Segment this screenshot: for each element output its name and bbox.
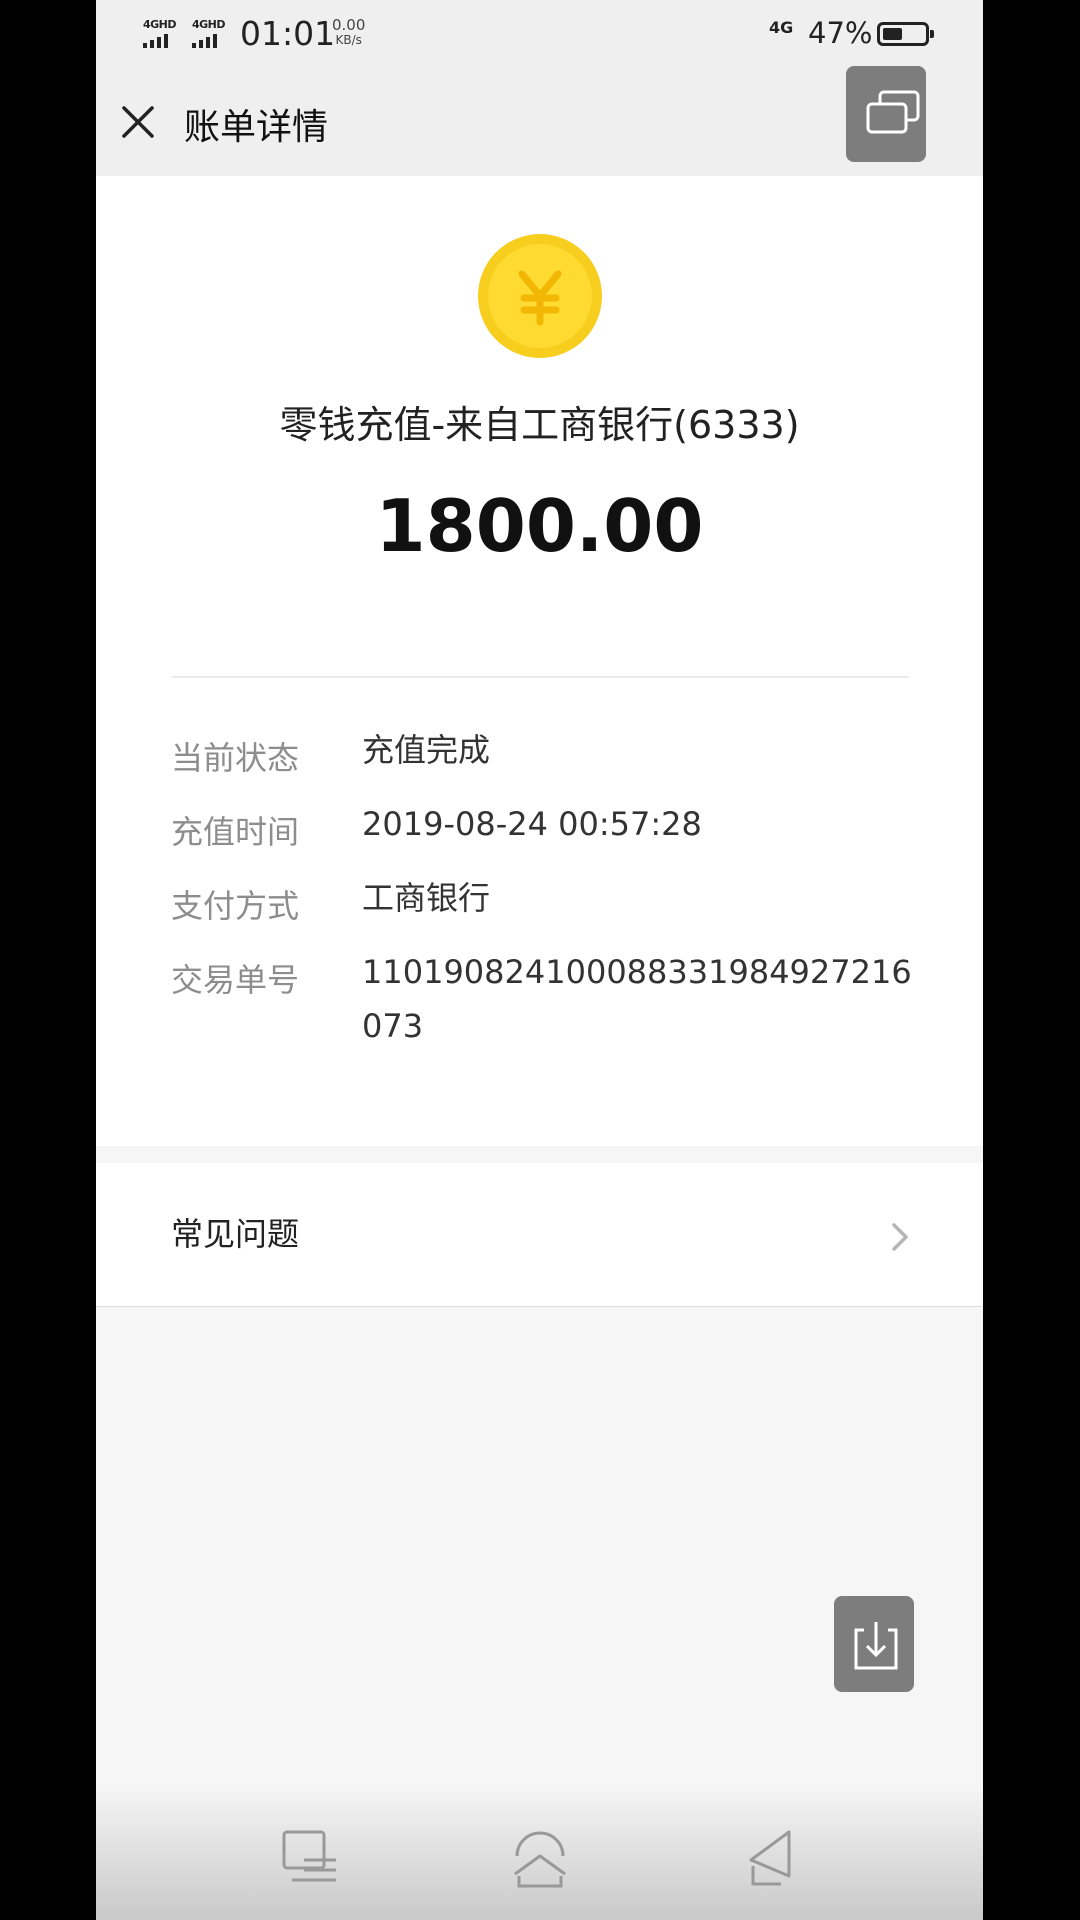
payment-label: 支付方式 bbox=[171, 887, 300, 925]
download-button[interactable] bbox=[834, 1596, 914, 1692]
status-label: 当前状态 bbox=[171, 739, 300, 777]
time-label: 充值时间 bbox=[171, 813, 300, 851]
home-icon bbox=[514, 1831, 566, 1888]
battery-icon bbox=[877, 22, 934, 46]
speed-value: 0.00 bbox=[332, 16, 366, 34]
back-button[interactable] bbox=[739, 1826, 809, 1896]
window-icon bbox=[866, 90, 920, 134]
transaction-amount: 1800.00 bbox=[375, 484, 704, 568]
home-button[interactable] bbox=[505, 1826, 575, 1896]
menu-button[interactable] bbox=[276, 1826, 346, 1896]
order-number-value: 110190824100088331984927216073 bbox=[362, 953, 912, 1045]
faq-row[interactable]: 常见问题 bbox=[96, 1163, 983, 1307]
order-number-label: 交易单号 bbox=[171, 961, 300, 999]
download-icon bbox=[854, 1622, 898, 1670]
divider bbox=[172, 676, 909, 678]
bill-card: 零钱充值-来自工商银行(6333) 1800.00 当前状态 充值完成 充值时间… bbox=[96, 176, 983, 1146]
back-icon bbox=[749, 1830, 791, 1886]
status-bar: 4GHD 4GHD 01:01 0.00 KB/s 4G 47% bbox=[96, 0, 983, 70]
battery-percent: 47% bbox=[808, 16, 873, 50]
speed-unit: KB/s bbox=[335, 33, 362, 47]
yuan-coin-icon bbox=[478, 234, 602, 358]
network-speed: 0.00 KB/s bbox=[332, 18, 365, 48]
clock: 01:01 bbox=[240, 14, 336, 53]
payment-value: 工商银行 bbox=[362, 879, 491, 917]
faq-label: 常见问题 bbox=[171, 1215, 300, 1253]
transaction-title: 零钱充值-来自工商银行(6333) bbox=[279, 403, 800, 447]
navigation-bar bbox=[96, 1790, 983, 1920]
close-button[interactable] bbox=[116, 100, 160, 144]
close-icon bbox=[122, 106, 154, 138]
sim2-label: 4GHD bbox=[192, 18, 226, 31]
float-window-button[interactable] bbox=[846, 66, 926, 162]
chevron-right-icon bbox=[892, 1223, 908, 1251]
battery-fill bbox=[883, 28, 902, 40]
menu-icon bbox=[282, 1830, 336, 1882]
network-type: 4G bbox=[769, 18, 794, 37]
sim1-label: 4GHD bbox=[143, 18, 177, 31]
page-title: 账单详情 bbox=[184, 107, 329, 148]
status-value: 充值完成 bbox=[362, 731, 491, 769]
time-value: 2019-08-24 00:57:28 bbox=[362, 805, 702, 843]
